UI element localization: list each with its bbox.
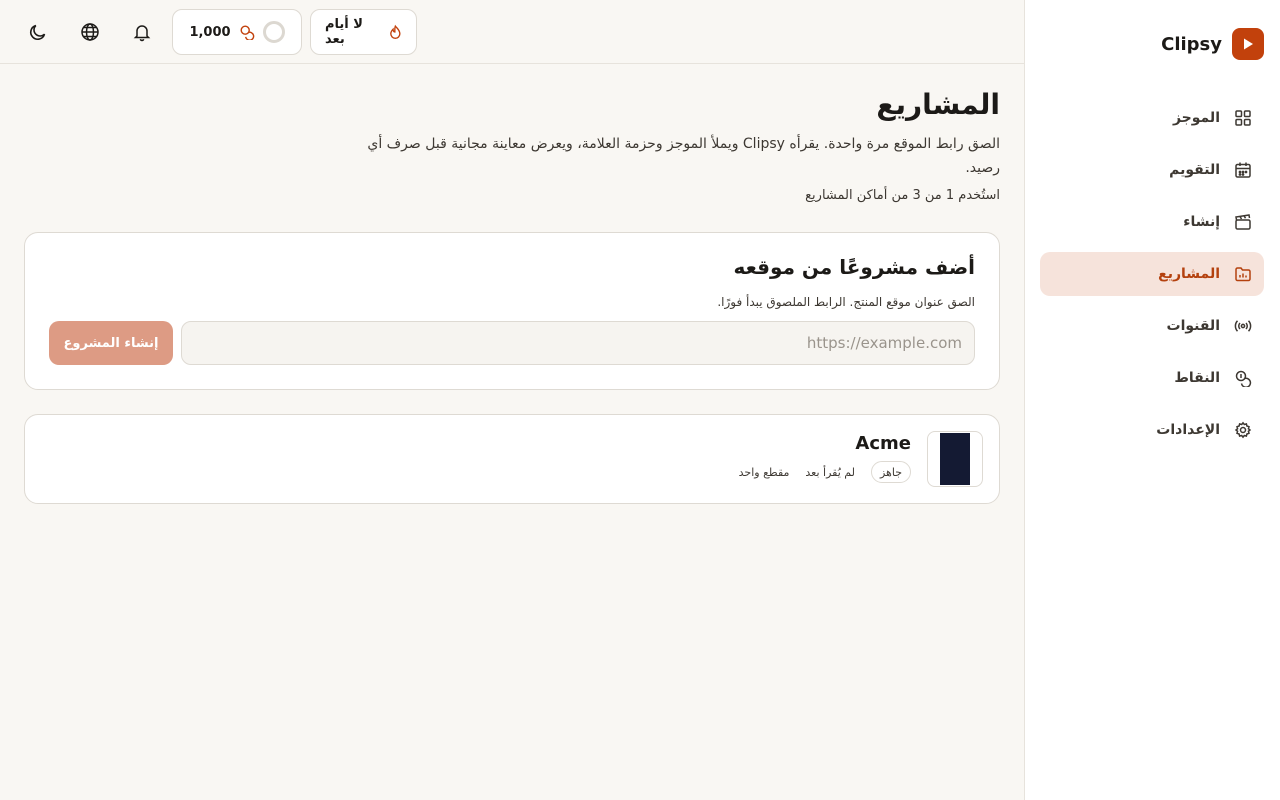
add-project-title: أضف مشروعًا من موقعه (733, 255, 975, 279)
credits-value: 1,000 (189, 24, 231, 40)
grid-icon (1235, 110, 1251, 126)
sidebar-item-label: إنشاء (1183, 214, 1220, 230)
streak-pill[interactable]: لا أيام بعد (310, 9, 417, 55)
sidebar-item-label: الموجز (1172, 110, 1220, 126)
sidebar-item-label: الإعدادات (1156, 422, 1220, 438)
credits-pill[interactable]: 1,000 (172, 9, 302, 55)
brand-name: Clipsy (1161, 33, 1222, 55)
sidebar-item-brief[interactable]: الموجز (1040, 96, 1264, 140)
coins-icon (1235, 370, 1252, 387)
calendar-icon (1235, 162, 1251, 178)
language-button[interactable] (74, 16, 106, 48)
clip-count: مقطع واحد (738, 465, 790, 479)
project-name: Acme (855, 433, 911, 454)
create-project-button[interactable]: إنشاء المشروع (49, 321, 173, 365)
top-bar: 1,000 لا أيام بعد (0, 0, 1024, 64)
main-content: المشاريع الصق رابط الموقع مرة واحدة. يقر… (0, 64, 1024, 800)
project-meta: جاهز لم يُقرأ بعد مقطع واحد (739, 461, 911, 483)
sidebar-nav: الموجز التقويم إنشاء المشاريع القنوات ال… (1040, 96, 1264, 460)
flame-icon (390, 24, 401, 39)
sidebar-item-label: النقاط (1174, 370, 1220, 386)
sidebar-item-channels[interactable]: القنوات (1040, 304, 1264, 348)
sidebar-item-points[interactable]: النقاط (1040, 356, 1264, 400)
project-thumbnail (927, 431, 983, 487)
read-status: لم يُقرأ بعد (805, 465, 855, 479)
streak-label: لا أيام بعد (325, 17, 363, 47)
sidebar: Clipsy الموجز التقويم إنشاء المشاريع الق… (1024, 0, 1280, 800)
status-badge: جاهز (870, 461, 911, 483)
theme-toggle-button[interactable] (22, 16, 54, 48)
project-usage-text: استُخدم 1 من 3 من أماكن المشاريع (805, 188, 1000, 203)
notifications-button[interactable] (126, 16, 158, 48)
coins-icon (240, 25, 254, 40)
website-url-input[interactable] (181, 321, 975, 365)
sidebar-item-projects[interactable]: المشاريع (1040, 252, 1264, 296)
globe-icon (81, 23, 99, 41)
brand[interactable]: Clipsy (1161, 28, 1264, 60)
sidebar-item-create[interactable]: إنشاء (1040, 200, 1264, 244)
play-logo-icon (1232, 28, 1264, 60)
clapperboard-icon (1235, 214, 1251, 230)
sidebar-item-label: المشاريع (1158, 266, 1220, 282)
thumbnail-image (940, 433, 970, 485)
bell-icon (133, 25, 151, 42)
page-description: الصق رابط الموقع مرة واحدة. يقرأه Clipsy… (367, 136, 1000, 176)
sidebar-item-label: التقويم (1169, 162, 1220, 178)
moon-icon (30, 24, 46, 40)
sidebar-item-label: القنوات (1166, 318, 1221, 334)
broadcast-icon (1234, 320, 1252, 332)
add-project-card: أضف مشروعًا من موقعه الصق عنوان موقع الم… (24, 232, 1000, 390)
sidebar-item-calendar[interactable]: التقويم (1040, 148, 1264, 192)
folder-icon (1235, 267, 1251, 282)
add-project-subtitle: الصق عنوان موقع المنتج. الرابط الملصوق ي… (717, 295, 975, 309)
sidebar-item-settings[interactable]: الإعدادات (1040, 408, 1264, 452)
gear-icon (1234, 421, 1252, 439)
progress-ring (262, 21, 285, 43)
page-title: المشاريع (876, 88, 1000, 121)
project-card[interactable]: Acme جاهز لم يُقرأ بعد مقطع واحد (24, 414, 1000, 504)
